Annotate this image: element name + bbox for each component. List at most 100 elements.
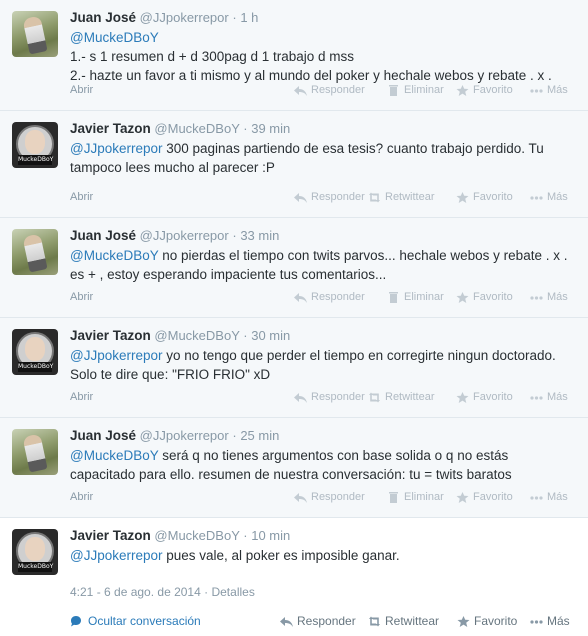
favorite-button[interactable]: Favorito	[456, 191, 513, 203]
avatar[interactable]	[12, 229, 58, 275]
reply-button[interactable]: Responder	[294, 391, 365, 403]
hide-conversation-link[interactable]: Ocultar conversación	[70, 614, 201, 628]
author-handle[interactable]: @JJpokerrepor	[140, 228, 229, 243]
favorite-button[interactable]: Favorito	[457, 614, 517, 628]
star-icon	[456, 84, 469, 96]
more-icon	[530, 619, 543, 624]
tweet-text: @JJpokerrepor 300 paginas partiendo de e…	[70, 141, 544, 175]
retweet-icon	[369, 192, 380, 202]
mention-link[interactable]: @JJpokerrepor	[70, 548, 163, 563]
tweet-header: Javier Tazon @MuckeDBoY · 10 min	[70, 528, 291, 543]
tweet-time[interactable]: 25 min	[240, 428, 279, 443]
tweet-header: Juan José @JJpokerrepor · 33 min	[70, 228, 280, 243]
mention-link[interactable]: @JJpokerrepor	[70, 141, 163, 156]
tweet-time[interactable]: 30 min	[251, 328, 290, 343]
tweet-time[interactable]: 10 min	[251, 528, 290, 543]
details-link[interactable]: Detalles	[211, 585, 254, 599]
more-button[interactable]: Más	[530, 291, 568, 303]
open-link[interactable]: Abrir	[70, 291, 93, 303]
conversation-thread: Juan José @JJpokerrepor · 1 h @MuckeDBoY…	[0, 0, 588, 636]
tweet-expanded[interactable]: MuckeDBoY Javier Tazon @MuckeDBoY · 10 m…	[0, 518, 588, 636]
retweet-icon	[369, 392, 380, 402]
retweet-button[interactable]: Retwittear	[368, 191, 435, 203]
tweet-header: Juan José @JJpokerrepor · 25 min	[70, 428, 280, 443]
reply-button[interactable]: Responder	[294, 191, 365, 203]
author-name[interactable]: Javier Tazon	[70, 528, 151, 543]
star-icon	[456, 491, 469, 503]
tweet[interactable]: Juan José @JJpokerrepor · 1 h @MuckeDBoY…	[0, 0, 588, 111]
reply-icon	[294, 85, 307, 96]
tweet-time[interactable]: 33 min	[240, 228, 279, 243]
retweet-button[interactable]: Retwittear	[368, 614, 439, 628]
reply-button[interactable]: Responder	[280, 614, 356, 628]
reply-icon	[294, 292, 307, 303]
open-link[interactable]: Abrir	[70, 491, 93, 503]
mention-link[interactable]: @MuckeDBoY	[70, 30, 159, 45]
author-name[interactable]: Juan José	[70, 428, 136, 443]
avatar[interactable]	[12, 11, 58, 57]
author-handle[interactable]: @JJpokerrepor	[140, 428, 229, 443]
tweet-actions: Ocultar conversación Responder Retwittea…	[70, 614, 574, 630]
avatar[interactable]: MuckeDBoY	[12, 122, 58, 168]
more-button[interactable]: Más	[530, 391, 568, 403]
retweet-icon	[369, 616, 380, 626]
author-handle[interactable]: @JJpokerrepor	[140, 10, 229, 25]
open-link[interactable]: Abrir	[70, 191, 93, 203]
retweet-button[interactable]: Retwittear	[368, 391, 435, 403]
reply-icon	[294, 492, 307, 503]
reply-icon	[294, 192, 307, 203]
tweet-text: @JJpokerrepor yo no tengo que perder el …	[70, 348, 556, 382]
author-name[interactable]: Juan José	[70, 228, 136, 243]
favorite-button[interactable]: Favorito	[456, 291, 513, 303]
avatar[interactable]: MuckeDBoY	[12, 529, 58, 575]
tweet-text: @MuckeDBoY será q no tienes argumentos c…	[70, 448, 512, 482]
reply-button[interactable]: Responder	[294, 84, 365, 96]
author-name[interactable]: Javier Tazon	[70, 121, 151, 136]
tweet-text: @MuckeDBoY no pierdas el tiempo con twit…	[70, 248, 568, 282]
avatar[interactable]	[12, 429, 58, 475]
delete-button[interactable]: Eliminar	[387, 291, 444, 303]
tweet-actions: Abrir Responder Eliminar Favorito Más	[70, 291, 574, 305]
reply-icon	[280, 616, 293, 627]
mention-link[interactable]: @MuckeDBoY	[70, 448, 159, 463]
open-link[interactable]: Abrir	[70, 391, 93, 403]
more-button[interactable]: Más	[530, 614, 570, 628]
tweet-text: @MuckeDBoY 1.- s 1 resumen d + d 300pag …	[70, 30, 552, 83]
mention-link[interactable]: @JJpokerrepor	[70, 348, 163, 363]
speech-bubble-icon	[71, 616, 81, 627]
tweet-text: @JJpokerrepor pues vale, al poker es imp…	[70, 548, 400, 563]
author-name[interactable]: Juan José	[70, 10, 136, 25]
avatar[interactable]: MuckeDBoY	[12, 329, 58, 375]
tweet[interactable]: MuckeDBoY Javier Tazon @MuckeDBoY · 39 m…	[0, 111, 588, 218]
trash-icon	[389, 84, 398, 96]
tweet[interactable]: MuckeDBoY Javier Tazon @MuckeDBoY · 30 m…	[0, 318, 588, 418]
author-name[interactable]: Javier Tazon	[70, 328, 151, 343]
author-handle[interactable]: @MuckeDBoY	[154, 528, 239, 543]
tweet-actions: Abrir Responder Retwittear Favorito Más	[70, 391, 574, 405]
favorite-button[interactable]: Favorito	[456, 84, 513, 96]
tweet[interactable]: Juan José @JJpokerrepor · 25 min @MuckeD…	[0, 418, 588, 518]
more-button[interactable]: Más	[530, 491, 568, 503]
mention-link[interactable]: @MuckeDBoY	[70, 248, 159, 263]
open-link[interactable]: Abrir	[70, 84, 93, 96]
author-handle[interactable]: @MuckeDBoY	[154, 121, 239, 136]
tweet-actions: Abrir Responder Eliminar Favorito Más	[70, 491, 574, 505]
tweet-header: Javier Tazon @MuckeDBoY · 39 min	[70, 121, 291, 136]
trash-icon	[389, 291, 398, 303]
tweet-header: Javier Tazon @MuckeDBoY · 30 min	[70, 328, 291, 343]
delete-button[interactable]: Eliminar	[387, 84, 444, 96]
tweet-time[interactable]: 1 h	[240, 10, 258, 25]
reply-button[interactable]: Responder	[294, 491, 365, 503]
more-icon	[530, 195, 543, 200]
favorite-button[interactable]: Favorito	[456, 391, 513, 403]
tweet-timestamp: 4:21 - 6 de ago. de 2014 · Detalles	[70, 585, 255, 599]
tweet[interactable]: Juan José @JJpokerrepor · 33 min @MuckeD…	[0, 218, 588, 318]
delete-button[interactable]: Eliminar	[387, 491, 444, 503]
reply-button[interactable]: Responder	[294, 291, 365, 303]
more-button[interactable]: Más	[530, 191, 568, 203]
favorite-button[interactable]: Favorito	[456, 491, 513, 503]
star-icon	[456, 391, 469, 403]
tweet-time[interactable]: 39 min	[251, 121, 290, 136]
more-button[interactable]: Más	[530, 84, 568, 96]
author-handle[interactable]: @MuckeDBoY	[154, 328, 239, 343]
